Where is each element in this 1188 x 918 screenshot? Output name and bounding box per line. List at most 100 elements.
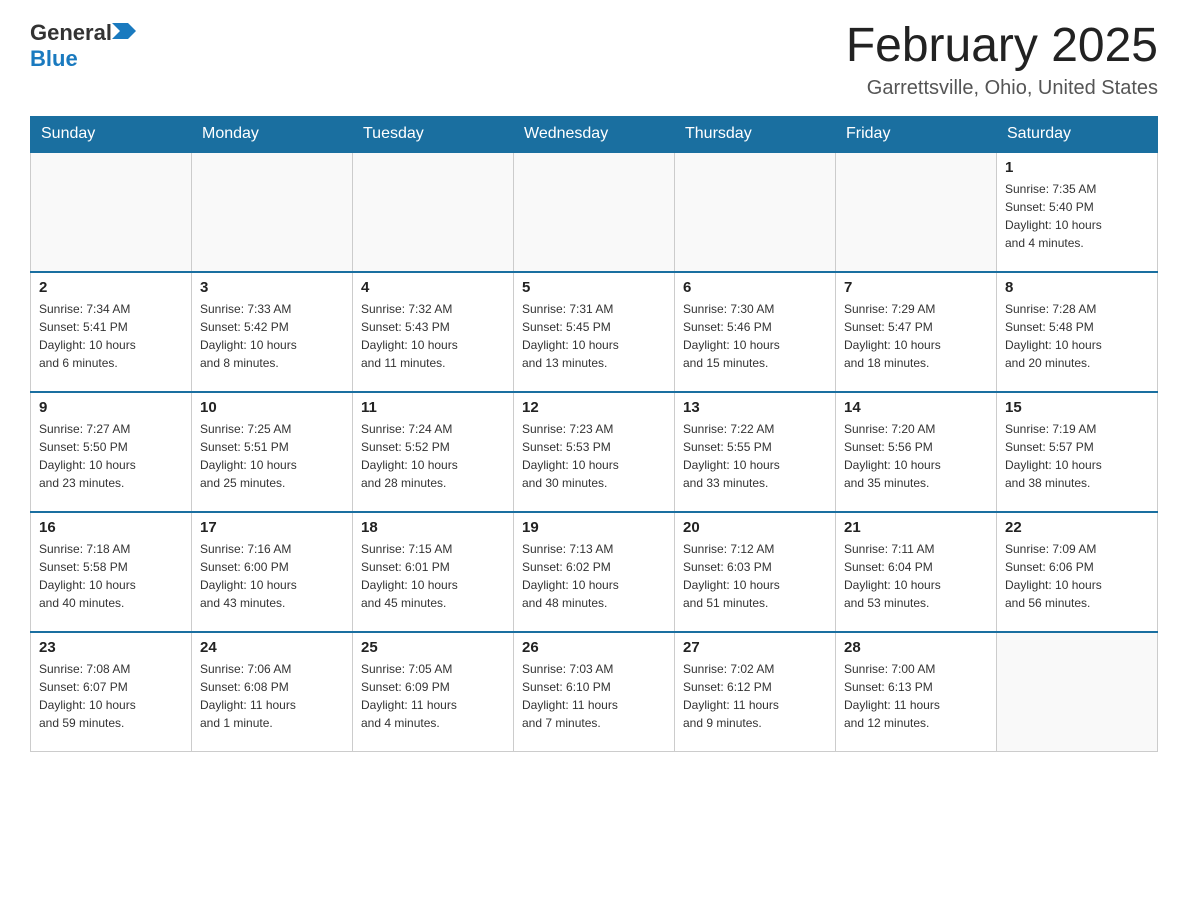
- day-info: Sunrise: 7:08 AM Sunset: 6:07 PM Dayligh…: [39, 660, 183, 732]
- calendar-cell: 14Sunrise: 7:20 AM Sunset: 5:56 PM Dayli…: [836, 392, 997, 512]
- day-info: Sunrise: 7:29 AM Sunset: 5:47 PM Dayligh…: [844, 300, 988, 372]
- col-sunday: Sunday: [31, 116, 192, 152]
- calendar-cell: 18 Sunrise: 7:15 AM Sunset: 6:01 PM Dayli…: [353, 512, 514, 632]
- col-friday: Friday: [836, 116, 997, 152]
- calendar-cell: 12 Sunrise: 7:23 AM Sunset: 5:53 PM Dayli…: [514, 392, 675, 512]
- day-number: 18: [361, 519, 505, 536]
- day-info: Sunrise: 7:09 AM Sunset: 6:06 PM Dayligh…: [1005, 540, 1149, 612]
- day-info: Sunrise: 7:28 AM Sunset: 5:48 PM Dayligh…: [1005, 300, 1149, 372]
- day-number: 21: [844, 519, 988, 536]
- day-number: 15: [1005, 399, 1149, 416]
- calendar-cell: [514, 152, 675, 272]
- col-wednesday: Wednesday: [514, 116, 675, 152]
- calendar-cell: [675, 152, 836, 272]
- calendar-cell: 27 Sunrise: 7:02 AM Sunset: 6:12 PM Dayli…: [675, 632, 836, 752]
- calendar-cell: [31, 152, 192, 272]
- calendar-cell: 16 Sunrise: 7:18 AM Sunset: 5:58 PM Dayli…: [31, 512, 192, 632]
- calendar-cell: [353, 152, 514, 272]
- calendar-cell: 28 Sunrise: 7:00 AM Sunset: 6:13 PM Dayli…: [836, 632, 997, 752]
- day-number: 17: [200, 519, 344, 536]
- day-info: Sunrise: 7:24 AM Sunset: 5:52 PM Dayligh…: [361, 420, 505, 492]
- day-number: 6: [683, 279, 827, 296]
- day-info: Sunrise: 7:11 AM Sunset: 6:04 PM Dayligh…: [844, 540, 988, 612]
- day-info: Sunrise: 7:18 AM Sunset: 5:58 PM Dayligh…: [39, 540, 183, 612]
- day-number: 4: [361, 279, 505, 296]
- day-info: Sunrise: 7:30 AM Sunset: 5:46 PM Dayligh…: [683, 300, 827, 372]
- day-info: Sunrise: 7:35 AM Sunset: 5:40 PM Dayligh…: [1005, 180, 1149, 252]
- calendar-table: Sunday Monday Tuesday Wednesday Thursday…: [30, 116, 1158, 753]
- day-info: Sunrise: 7:22 AM Sunset: 5:55 PM Dayligh…: [683, 420, 827, 492]
- week-row-4: 16 Sunrise: 7:18 AM Sunset: 5:58 PM Dayli…: [31, 512, 1158, 632]
- calendar-cell: 17 Sunrise: 7:16 AM Sunset: 6:00 PM Dayli…: [192, 512, 353, 632]
- logo-general-text: General: [30, 20, 112, 46]
- col-monday: Monday: [192, 116, 353, 152]
- day-number: 22: [1005, 519, 1149, 536]
- day-info: Sunrise: 7:16 AM Sunset: 6:00 PM Dayligh…: [200, 540, 344, 612]
- day-number: 7: [844, 279, 988, 296]
- day-number: 5: [522, 279, 666, 296]
- calendar-cell: 2 Sunrise: 7:34 AM Sunset: 5:41 PM Daylig…: [31, 272, 192, 392]
- day-number: 8: [1005, 279, 1149, 296]
- day-info: Sunrise: 7:23 AM Sunset: 5:53 PM Dayligh…: [522, 420, 666, 492]
- day-number: 26: [522, 639, 666, 656]
- calendar-header-row: Sunday Monday Tuesday Wednesday Thursday…: [31, 116, 1158, 152]
- calendar-cell: 21 Sunrise: 7:11 AM Sunset: 6:04 PM Dayli…: [836, 512, 997, 632]
- calendar-cell: 22 Sunrise: 7:09 AM Sunset: 6:06 PM Dayli…: [997, 512, 1158, 632]
- calendar-cell: [836, 152, 997, 272]
- week-row-3: 9 Sunrise: 7:27 AM Sunset: 5:50 PM Daylig…: [31, 392, 1158, 512]
- calendar-cell: 19 Sunrise: 7:13 AM Sunset: 6:02 PM Dayli…: [514, 512, 675, 632]
- day-number: 1: [1005, 159, 1149, 176]
- calendar-cell: 13Sunrise: 7:22 AM Sunset: 5:55 PM Dayli…: [675, 392, 836, 512]
- calendar-cell: 24 Sunrise: 7:06 AM Sunset: 6:08 PM Dayli…: [192, 632, 353, 752]
- day-number: 16: [39, 519, 183, 536]
- day-number: 3: [200, 279, 344, 296]
- day-info: Sunrise: 7:25 AM Sunset: 5:51 PM Dayligh…: [200, 420, 344, 492]
- calendar-cell: [192, 152, 353, 272]
- calendar-cell: 4 Sunrise: 7:32 AM Sunset: 5:43 PM Daylig…: [353, 272, 514, 392]
- title-section: February 2025 Garrettsville, Ohio, Unite…: [846, 20, 1158, 100]
- page-header: General Blue February 2025 Garrettsville…: [30, 20, 1158, 100]
- day-info: Sunrise: 7:15 AM Sunset: 6:01 PM Dayligh…: [361, 540, 505, 612]
- calendar-cell: 9 Sunrise: 7:27 AM Sunset: 5:50 PM Daylig…: [31, 392, 192, 512]
- day-number: 23: [39, 639, 183, 656]
- day-info: Sunrise: 7:34 AM Sunset: 5:41 PM Dayligh…: [39, 300, 183, 372]
- day-number: 28: [844, 639, 988, 656]
- col-tuesday: Tuesday: [353, 116, 514, 152]
- day-number: 14: [844, 399, 988, 416]
- day-info: Sunrise: 7:12 AM Sunset: 6:03 PM Dayligh…: [683, 540, 827, 612]
- logo-blue-text: Blue: [30, 46, 78, 71]
- day-info: Sunrise: 7:06 AM Sunset: 6:08 PM Dayligh…: [200, 660, 344, 732]
- day-info: Sunrise: 7:00 AM Sunset: 6:13 PM Dayligh…: [844, 660, 988, 732]
- calendar-cell: 25Sunrise: 7:05 AM Sunset: 6:09 PM Dayli…: [353, 632, 514, 752]
- calendar-cell: 26Sunrise: 7:03 AM Sunset: 6:10 PM Dayli…: [514, 632, 675, 752]
- calendar-cell: 3 Sunrise: 7:33 AM Sunset: 5:42 PM Daylig…: [192, 272, 353, 392]
- logo-arrow-icon: [112, 21, 136, 46]
- day-number: 11: [361, 399, 505, 416]
- day-number: 24: [200, 639, 344, 656]
- calendar-cell: 1 Sunrise: 7:35 AM Sunset: 5:40 PM Daylig…: [997, 152, 1158, 272]
- calendar-cell: 6 Sunrise: 7:30 AM Sunset: 5:46 PM Daylig…: [675, 272, 836, 392]
- day-number: 2: [39, 279, 183, 296]
- week-row-1: 1 Sunrise: 7:35 AM Sunset: 5:40 PM Daylig…: [31, 152, 1158, 272]
- day-info: Sunrise: 7:32 AM Sunset: 5:43 PM Dayligh…: [361, 300, 505, 372]
- calendar-cell: 20 Sunrise: 7:12 AM Sunset: 6:03 PM Dayli…: [675, 512, 836, 632]
- day-number: 12: [522, 399, 666, 416]
- day-info: Sunrise: 7:31 AM Sunset: 5:45 PM Dayligh…: [522, 300, 666, 372]
- calendar-cell: 23 Sunrise: 7:08 AM Sunset: 6:07 PM Dayli…: [31, 632, 192, 752]
- day-info: Sunrise: 7:13 AM Sunset: 6:02 PM Dayligh…: [522, 540, 666, 612]
- calendar-cell: 10 Sunrise: 7:25 AM Sunset: 5:51 PM Dayli…: [192, 392, 353, 512]
- day-info: Sunrise: 7:27 AM Sunset: 5:50 PM Dayligh…: [39, 420, 183, 492]
- day-number: 10: [200, 399, 344, 416]
- day-number: 27: [683, 639, 827, 656]
- logo: General Blue: [30, 20, 136, 72]
- day-number: 25: [361, 639, 505, 656]
- day-number: 19: [522, 519, 666, 536]
- col-saturday: Saturday: [997, 116, 1158, 152]
- day-number: 20: [683, 519, 827, 536]
- week-row-2: 2 Sunrise: 7:34 AM Sunset: 5:41 PM Daylig…: [31, 272, 1158, 392]
- day-number: 9: [39, 399, 183, 416]
- calendar-cell: 5 Sunrise: 7:31 AM Sunset: 5:45 PM Daylig…: [514, 272, 675, 392]
- calendar-cell: 11 Sunrise: 7:24 AM Sunset: 5:52 PM Dayli…: [353, 392, 514, 512]
- day-info: Sunrise: 7:02 AM Sunset: 6:12 PM Dayligh…: [683, 660, 827, 732]
- day-info: Sunrise: 7:33 AM Sunset: 5:42 PM Dayligh…: [200, 300, 344, 372]
